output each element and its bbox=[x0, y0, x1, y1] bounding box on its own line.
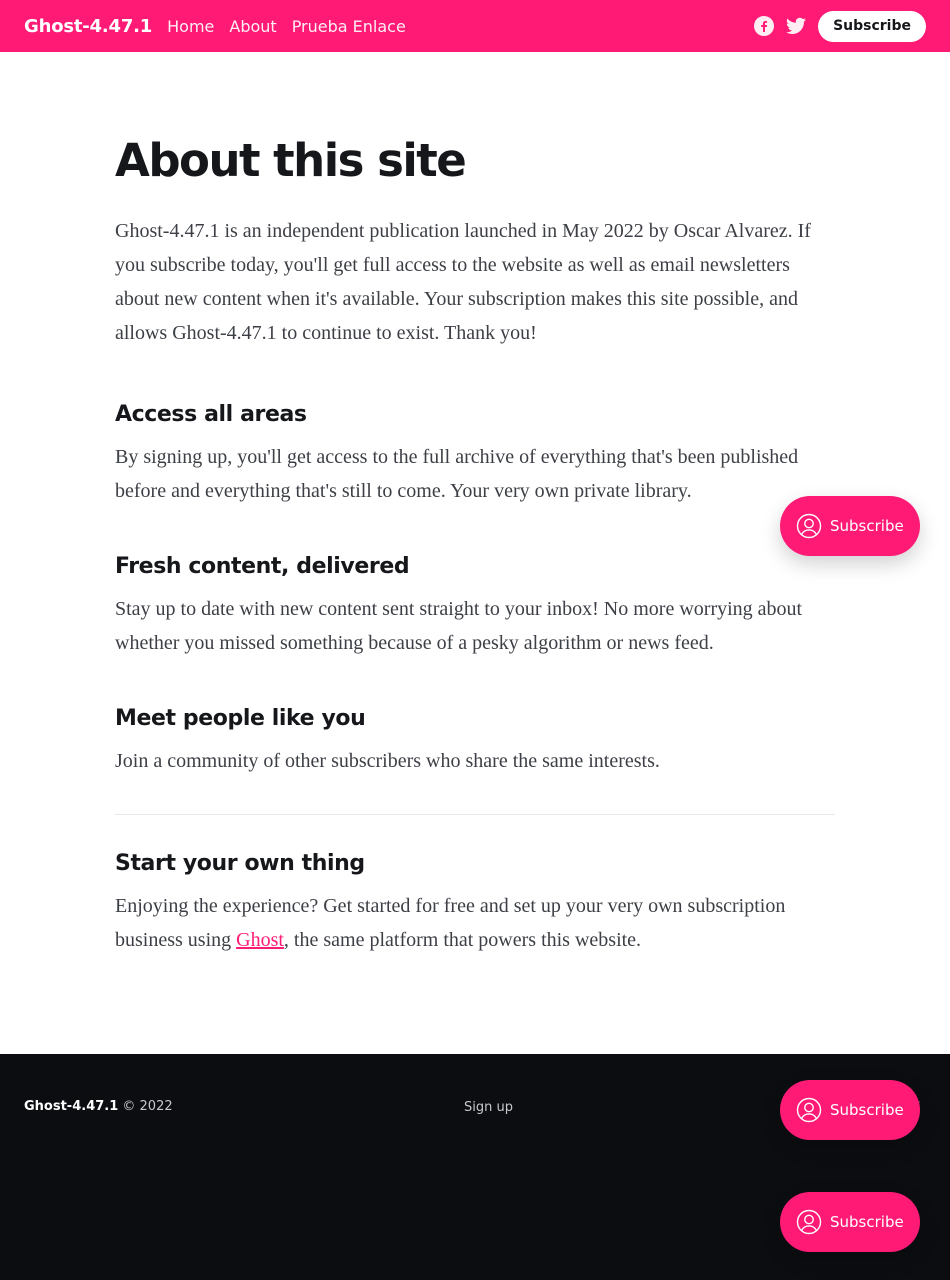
header-subscribe-button[interactable]: Subscribe bbox=[818, 10, 926, 42]
page-content: About this site Ghost-4.47.1 is an indep… bbox=[115, 130, 835, 957]
user-circle-icon bbox=[796, 1097, 822, 1123]
twitter-icon[interactable] bbox=[786, 16, 807, 36]
section-meet-people: Meet people like you Join a community of… bbox=[115, 704, 835, 778]
section-body: Stay up to date with new content sent st… bbox=[115, 598, 803, 654]
user-circle-icon bbox=[796, 1209, 822, 1235]
section-start-own-thing: Start your own thing Enjoying the experi… bbox=[115, 849, 835, 957]
portal-subscribe-label: Subscribe bbox=[830, 1213, 904, 1231]
section-body: Join a community of other subscribers wh… bbox=[115, 750, 660, 772]
section-heading: Meet people like you bbox=[115, 706, 366, 731]
nav-item-prueba-enlace[interactable]: Prueba Enlace bbox=[292, 17, 406, 36]
site-brand-link[interactable]: Ghost-4.47.1 bbox=[24, 16, 152, 37]
ghost-link[interactable]: Ghost bbox=[236, 929, 284, 951]
section-body: By signing up, you'll get access to the … bbox=[115, 446, 799, 502]
portal-subscribe-button[interactable]: Subscribe bbox=[780, 1192, 920, 1252]
header-actions: Subscribe bbox=[754, 10, 926, 42]
section-fresh-content: Fresh content, delivered Stay up to date… bbox=[115, 552, 835, 660]
nav-item-home[interactable]: Home bbox=[167, 17, 214, 36]
intro-paragraph: Ghost-4.47.1 is an independent publicati… bbox=[115, 220, 811, 344]
footer-year: © 2022 bbox=[122, 1099, 173, 1114]
footer-copyright: Ghost-4.47.1 © 2022 bbox=[24, 1099, 173, 1114]
portal-subscribe-label: Subscribe bbox=[830, 517, 904, 535]
portal-subscribe-button[interactable]: Subscribe bbox=[780, 496, 920, 556]
body-text-after: , the same platform that powers this web… bbox=[283, 929, 642, 951]
user-circle-icon bbox=[796, 513, 822, 539]
section-access-all-areas: Access all areas By signing up, you'll g… bbox=[115, 400, 835, 508]
facebook-icon[interactable] bbox=[754, 16, 775, 36]
site-header: Ghost-4.47.1 Home About Prueba Enlace Su… bbox=[0, 0, 950, 52]
main-nav: Home About Prueba Enlace bbox=[167, 17, 406, 36]
section-heading: Fresh content, delivered bbox=[115, 554, 410, 579]
page-title: About this site bbox=[115, 134, 467, 187]
portal-subscribe-label: Subscribe bbox=[830, 1101, 904, 1119]
footer-brand: Ghost-4.47.1 bbox=[24, 1099, 119, 1114]
section-heading: Access all areas bbox=[115, 402, 307, 427]
footer-signup-link[interactable]: Sign up bbox=[464, 1100, 513, 1115]
section-body: Enjoying the experience? Get started for… bbox=[115, 889, 835, 957]
portal-subscribe-button[interactable]: Subscribe bbox=[780, 1080, 920, 1140]
nav-item-about[interactable]: About bbox=[229, 17, 276, 36]
content-divider bbox=[115, 814, 835, 815]
section-heading: Start your own thing bbox=[115, 851, 365, 876]
